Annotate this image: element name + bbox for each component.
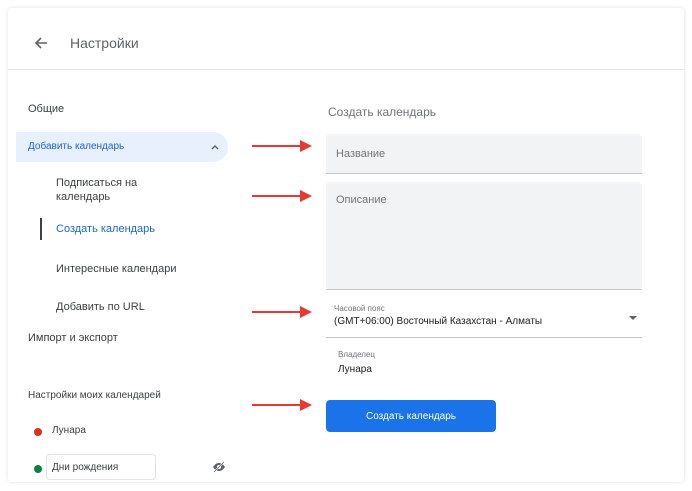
red-arrow-icon	[252, 306, 312, 318]
calendar-name: Лунара	[52, 425, 86, 436]
header: Настройки	[8, 8, 684, 70]
timezone-value: (GMT+06:00) Восточный Казахстан - Алматы	[334, 316, 543, 327]
sidebar-item-import-export[interactable]: Импорт и экспорт	[28, 332, 118, 344]
red-arrow-icon	[252, 399, 312, 411]
sidebar-item-interesting-calendars[interactable]: Интересные календари	[56, 262, 176, 276]
back-arrow-icon[interactable]	[34, 36, 48, 50]
red-arrow-icon	[252, 140, 312, 152]
name-input[interactable]	[326, 134, 642, 173]
section-title: Создать календарь	[328, 105, 437, 119]
chevron-up-icon	[211, 145, 219, 150]
sidebar-item-create-calendar[interactable]: Создать календарь	[56, 222, 155, 236]
dropdown-arrow-icon	[629, 316, 637, 320]
sidebar-item-label: Добавить календарь	[28, 141, 125, 152]
active-indicator	[40, 218, 42, 240]
sidebar-item-add-calendar[interactable]: Добавить календарь	[16, 132, 228, 162]
calendar-color-dot	[34, 428, 42, 436]
description-field	[326, 182, 642, 290]
sidebar-item-add-by-url[interactable]: Добавить по URL	[56, 300, 145, 314]
settings-window: Настройки Общие Добавить календарь Подпи…	[8, 8, 684, 482]
my-calendars-title: Настройки моих календарей	[28, 390, 161, 401]
create-calendar-button[interactable]: Создать календарь	[326, 400, 496, 432]
timezone-select[interactable]: Часовой пояс (GMT+06:00) Восточный Казах…	[326, 298, 642, 338]
hide-eye-icon[interactable]	[212, 460, 226, 474]
description-input[interactable]	[326, 182, 642, 289]
calendar-name: Дни рождения	[52, 462, 119, 473]
calendar-color-dot	[34, 465, 42, 473]
name-field	[326, 134, 642, 174]
red-arrow-icon	[252, 190, 312, 202]
owner-label: Владелец	[338, 350, 376, 359]
timezone-label: Часовой пояс	[334, 304, 385, 313]
sidebar-item-subscribe[interactable]: Подписаться на календарь	[56, 176, 186, 204]
page-title: Настройки	[70, 35, 139, 51]
sidebar-item-general[interactable]: Общие	[28, 103, 64, 115]
owner-value: Лунара	[338, 364, 372, 375]
